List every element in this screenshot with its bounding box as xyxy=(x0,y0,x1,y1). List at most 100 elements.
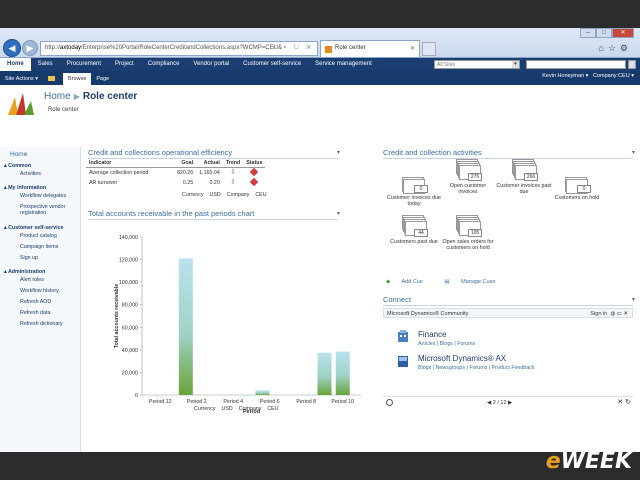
search-button[interactable] xyxy=(628,60,636,69)
quick-launch-section[interactable]: ▴ Customer self-service xyxy=(0,221,80,232)
chart-company-label: Company xyxy=(238,406,262,412)
kpi-row[interactable]: AR turnover 0.25 0.20 ⇩ xyxy=(86,177,265,188)
manage-cues-link[interactable]: ▤ Manage Cues xyxy=(444,279,505,285)
quick-launch-link[interactable]: Prospective vendor registration xyxy=(0,203,80,221)
topnav-item-compliance[interactable]: Compliance xyxy=(141,58,187,71)
quick-launch-link[interactable]: Refresh AOD xyxy=(0,298,80,309)
quick-launch-link[interactable]: Refresh dictionary xyxy=(0,320,80,331)
quick-launch-link[interactable]: Sign up xyxy=(0,254,80,265)
address-bar[interactable]: http://axtoday/Enterprise%20Portal/RoleC… xyxy=(40,41,318,56)
close-tab-icon[interactable]: ✕ xyxy=(410,45,415,52)
globe-icon[interactable]: ◍ xyxy=(610,311,615,317)
topnav-item-home[interactable]: Home xyxy=(0,58,31,71)
panel-menu-icon[interactable]: ▾ xyxy=(632,296,635,303)
signin-link[interactable]: Sign in xyxy=(590,311,607,317)
folder-icon xyxy=(48,76,56,82)
chart-currency-value: USD xyxy=(221,406,233,412)
cue-tile[interactable]: 0 Customer invoices due today xyxy=(386,169,442,207)
chart-footer: Currency USD Company CEU xyxy=(194,406,285,412)
refresh-icon[interactable]: ↻ xyxy=(625,399,631,406)
topnav-item-vendor-portal[interactable]: Vendor portal xyxy=(186,58,236,71)
feed-title[interactable]: Finance xyxy=(418,330,475,339)
address-controls-icon[interactable]: ⌕ ▾ ↻ ✕ xyxy=(272,45,314,52)
add-cue-link[interactable]: ◆ Add Cue xyxy=(386,279,433,285)
address-prefix: http:// xyxy=(45,45,61,51)
topnav-item-procurement[interactable]: Procurement xyxy=(60,58,108,71)
address-host: axtoday xyxy=(60,45,82,51)
cue-label: Customer invoices due today xyxy=(387,195,441,207)
chart-currency-label: Currency xyxy=(194,406,216,412)
browser-tab[interactable]: Role center ✕ xyxy=(320,40,420,57)
topnav-item-sales[interactable]: Sales xyxy=(31,58,60,71)
site-actions-menu[interactable]: Site Actions ▾ xyxy=(0,73,43,85)
cue-tile[interactable]: 105 Open sales orders for customers on ho… xyxy=(440,213,496,251)
gear-icon[interactable]: ⚙ xyxy=(620,43,632,53)
tab-page[interactable]: Page xyxy=(91,73,114,85)
chevron-down-icon: ▾ xyxy=(512,61,519,68)
new-tab-button[interactable] xyxy=(422,42,436,56)
site-scope-select[interactable]: All Sites ▾ xyxy=(434,60,520,69)
cue-tile[interactable]: 0 Customers on hold xyxy=(549,169,605,201)
topnav-item-project[interactable]: Project xyxy=(108,58,141,71)
y-tick-label: 100,000 xyxy=(119,280,138,286)
search-input[interactable] xyxy=(526,60,626,69)
cue-count: 0 xyxy=(414,185,428,193)
ribbon: Site Actions ▾ Browse Page Kevin Honeyma… xyxy=(0,71,640,85)
user-menu[interactable]: Kevin Honeyman xyxy=(542,73,584,79)
favicon-icon xyxy=(325,46,332,53)
cue-tile[interactable]: 266 Customer invoices past due xyxy=(496,157,552,195)
user-area: Kevin Honeyman ▾ Company:CEU ▾ xyxy=(542,73,634,79)
document-stack-icon: 44 xyxy=(400,213,428,237)
y-axis-label: Total accounts receivable xyxy=(114,284,120,348)
quick-launch-section[interactable]: ▴ My information xyxy=(0,181,80,192)
watermark-e: e xyxy=(545,449,561,474)
quick-launch-link[interactable]: Activities xyxy=(0,170,80,181)
cue-tile[interactable]: 44 Customers past due xyxy=(386,213,442,245)
quick-launch-link[interactable]: Product catalog xyxy=(0,232,80,243)
kpi-currency-value: USD xyxy=(209,192,221,198)
close-icon[interactable]: ✕ xyxy=(623,311,628,317)
quick-launch-link[interactable]: Workflow history xyxy=(0,287,80,298)
watermark-rest: WEEK xyxy=(560,449,632,474)
connect-panel-title: Connect ▾ xyxy=(383,295,635,304)
quick-launch-section[interactable]: ▴ Administration xyxy=(0,265,80,276)
site-scope-label: All Sites xyxy=(437,62,456,68)
panel-menu-icon[interactable]: ▾ xyxy=(337,149,340,156)
kpi-goal: 0.25 xyxy=(182,180,194,186)
quick-launch-section[interactable]: ▴ Common xyxy=(0,159,80,170)
finance-building-icon xyxy=(398,330,408,342)
comment-icon[interactable]: ▭ xyxy=(617,311,622,317)
forward-button[interactable]: ▶ xyxy=(22,40,38,56)
maximize-button[interactable]: □ xyxy=(596,28,612,38)
navigate-up-button[interactable] xyxy=(43,73,63,85)
feed-title[interactable]: Microsoft Dynamics® AX xyxy=(418,354,535,363)
quick-launch-link[interactable]: Workflow delegates xyxy=(0,192,80,203)
quick-launch-link[interactable]: Alert rules xyxy=(0,276,80,287)
company-menu[interactable]: Company:CEU xyxy=(593,73,630,79)
panel-menu-icon[interactable]: ▾ xyxy=(337,210,340,217)
topnav-item-customer-self-service[interactable]: Customer self-service xyxy=(236,58,308,71)
tab-browse[interactable]: Browse xyxy=(63,73,92,85)
quick-launch-link[interactable]: Campaign items xyxy=(0,243,80,254)
close-window-button[interactable]: ✕ xyxy=(612,28,634,38)
document-stack-icon: 266 xyxy=(510,157,538,181)
kpi-row[interactable]: Average collection period 820.26 1,165.0… xyxy=(86,167,265,179)
minimize-button[interactable]: – xyxy=(580,28,596,38)
feed-links[interactable]: Blogs | Newsgroups | Forums | Product Fe… xyxy=(418,365,535,371)
quick-launch-link[interactable]: Refresh data xyxy=(0,309,80,320)
breadcrumb-home-link[interactable]: Home xyxy=(44,91,71,102)
topnav-item-service-management[interactable]: Service management xyxy=(308,58,379,71)
quick-launch-home[interactable]: Home xyxy=(0,147,80,159)
cue-tile[interactable]: 276 Open customer invoices xyxy=(440,157,496,195)
x-tick-label: Period 4 xyxy=(223,399,243,405)
pause-icon[interactable] xyxy=(386,399,393,406)
panel-menu-icon[interactable]: ▾ xyxy=(632,149,635,156)
feed-links[interactable]: Articles | Blogs | Forums xyxy=(418,341,475,347)
y-tick-label: 0 xyxy=(135,393,138,399)
back-button[interactable]: ◀ xyxy=(3,39,21,57)
chart-title-text: Total accounts receivable in the past pe… xyxy=(88,209,255,218)
bar xyxy=(240,395,255,396)
favorites-star-icon[interactable]: ☆ xyxy=(608,43,620,53)
close-icon[interactable]: ✕ xyxy=(617,399,623,406)
home-icon[interactable]: ⌂ xyxy=(598,43,607,53)
